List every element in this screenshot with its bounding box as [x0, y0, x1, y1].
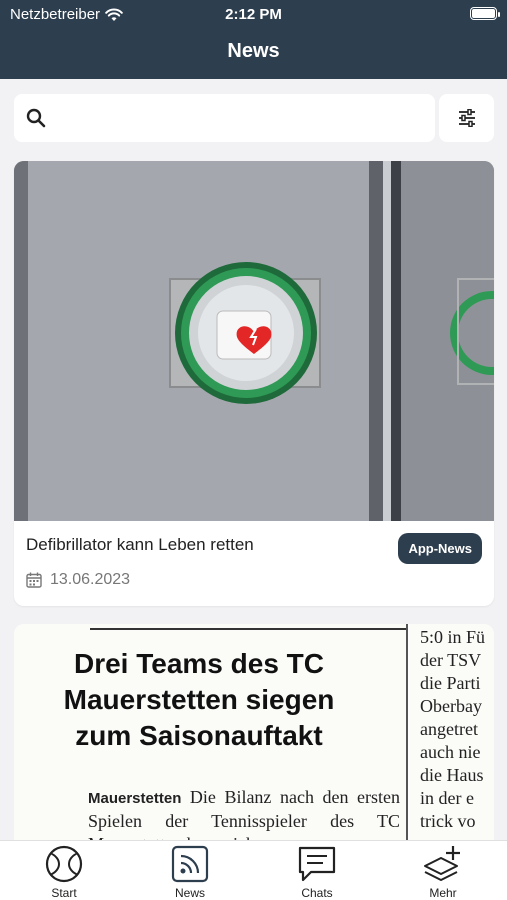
newspaper-clipping: Drei Teams des TC Mauerstetten siegen zu… — [14, 624, 406, 840]
status-bar: Netzbetreiber 2:12 PM — [0, 4, 507, 24]
status-time: 2:12 PM — [225, 6, 282, 23]
page-title: News — [227, 40, 280, 62]
search-icon — [26, 108, 46, 128]
search-input[interactable] — [54, 94, 435, 142]
newspaper-body: Mauerstetten Die Bilanz nach den ersten … — [88, 787, 401, 840]
newspaper-side-column: 5:0 in Fü der TSV die Parti Oberbay ange… — [410, 624, 494, 840]
article-date: 13.06.2023 — [26, 571, 130, 589]
chat-icon — [298, 846, 336, 882]
tab-mehr[interactable]: Mehr — [403, 844, 483, 900]
defibrillator-cabinet-photo — [14, 161, 494, 521]
search-field[interactable] — [14, 94, 435, 142]
sliders-icon — [458, 109, 475, 127]
tab-chats[interactable]: Chats — [277, 844, 357, 900]
rss-feed-icon — [171, 845, 209, 883]
search-row — [14, 94, 494, 142]
tennis-ball-icon — [45, 845, 83, 883]
app-header: Netzbetreiber 2:12 PM News — [0, 0, 507, 79]
newspaper-headline: Drei Teams des TC Mauerstetten siegen zu… — [63, 648, 335, 751]
tab-bar: Start News Chats Mehr — [0, 840, 507, 900]
article-image — [14, 161, 494, 521]
calendar-icon — [26, 572, 42, 588]
battery-icon — [470, 7, 500, 20]
article-tag-badge: App-News — [398, 533, 482, 564]
article-title: Defibrillator kann Leben retten — [26, 535, 254, 554]
article-card[interactable]: Drei Teams des TC Mauerstetten siegen zu… — [14, 624, 494, 840]
filter-button[interactable] — [439, 94, 494, 142]
article-card[interactable]: Defibrillator kann Leben retten App-News… — [14, 161, 494, 606]
tab-news[interactable]: News — [150, 844, 230, 900]
article-date-text: 13.06.2023 — [50, 571, 131, 588]
tab-start[interactable]: Start — [24, 844, 104, 900]
layers-plus-icon — [424, 846, 460, 881]
